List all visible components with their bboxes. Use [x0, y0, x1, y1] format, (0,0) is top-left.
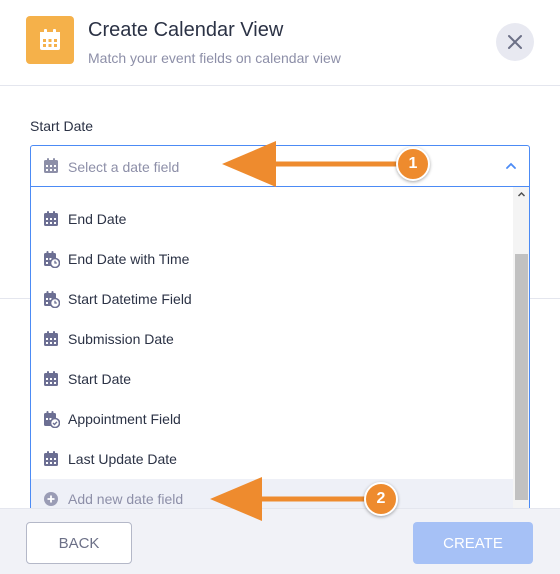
date-field-dropdown: End Date End Date with Time Start Dateti… — [30, 187, 530, 518]
option-start-datetime-field[interactable]: Start Datetime Field — [31, 279, 513, 319]
create-calendar-view-dialog: Create Calendar View Match your event fi… — [0, 0, 560, 574]
dialog-footer: BACK CREATE — [0, 508, 560, 574]
option-label: End Date — [68, 211, 127, 227]
option-label: End Date with Time — [68, 251, 190, 267]
calendar-clock-icon — [44, 251, 60, 268]
calendar-header-icon — [26, 16, 74, 64]
dialog-header: Create Calendar View Match your event fi… — [0, 0, 560, 86]
calendar-clock-icon — [44, 291, 60, 308]
option-label: Last Update Date — [68, 451, 177, 467]
plus-circle-icon — [44, 492, 58, 506]
option-label: Add new date field — [68, 491, 184, 507]
calendar-icon — [44, 331, 58, 346]
scroll-thumb[interactable] — [515, 254, 528, 500]
option-label: Start Datetime Field — [68, 291, 192, 307]
option-label: Start Date — [68, 371, 132, 387]
option-submission-date[interactable]: Submission Date — [31, 319, 513, 359]
option-end-date-with-time[interactable]: End Date with Time — [31, 239, 513, 279]
calendar-check-icon — [44, 411, 60, 428]
calendar-icon — [44, 211, 58, 226]
calendar-icon — [44, 371, 58, 386]
option-start-date[interactable]: Start Date — [31, 359, 513, 399]
annotation-badge-1: 1 — [396, 147, 430, 181]
option-label: Submission Date — [68, 331, 174, 347]
option-end-date[interactable]: End Date — [31, 199, 513, 239]
annotation-badge-2: 2 — [364, 482, 398, 516]
dialog-subtitle: Match your event fields on calendar view — [88, 50, 341, 66]
calendar-icon — [44, 451, 58, 466]
option-last-update-date[interactable]: Last Update Date — [31, 439, 513, 479]
scroll-up-icon[interactable] — [517, 190, 526, 199]
date-field-select[interactable]: Select a date field — [30, 145, 530, 187]
start-date-label: Start Date — [30, 118, 94, 134]
select-placeholder: Select a date field — [68, 159, 180, 175]
option-appointment-field[interactable]: Appointment Field — [31, 399, 513, 439]
dialog-title: Create Calendar View — [88, 19, 284, 41]
divider — [530, 298, 560, 299]
close-button[interactable] — [496, 23, 534, 61]
dropdown-scrollbar[interactable] — [513, 187, 529, 517]
chevron-up-icon — [506, 162, 516, 169]
back-button[interactable]: BACK — [26, 522, 132, 564]
option-label: Appointment Field — [68, 411, 181, 427]
calendar-icon — [44, 158, 58, 173]
close-icon — [508, 35, 522, 49]
divider — [0, 298, 30, 299]
create-button[interactable]: CREATE — [413, 522, 533, 564]
